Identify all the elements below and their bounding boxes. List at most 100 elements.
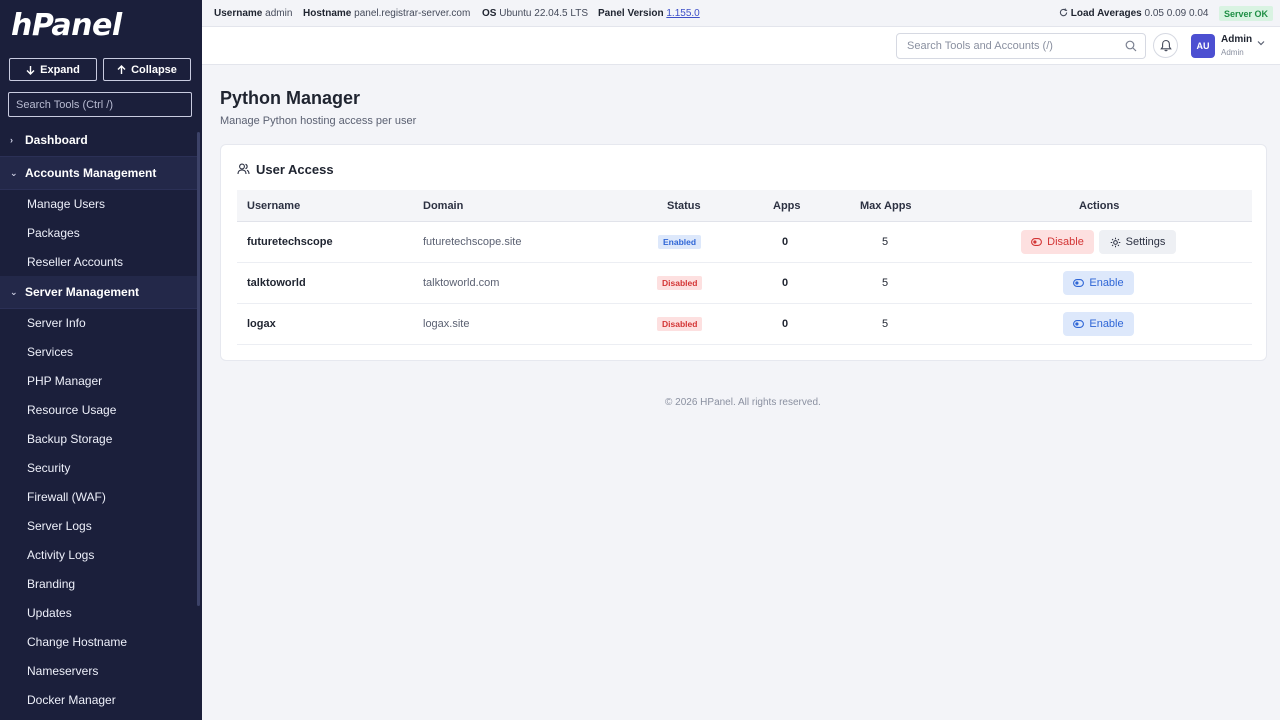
sidebar-item-firewall[interactable]: Firewall (WAF) bbox=[27, 489, 106, 505]
notifications-button[interactable] bbox=[1153, 33, 1178, 58]
row-apps: 0 bbox=[782, 277, 789, 289]
status-badge: Disabled bbox=[657, 317, 703, 331]
settings-label: Settings bbox=[1125, 236, 1166, 248]
chevron-right-icon: › bbox=[10, 135, 13, 145]
user-access-card: User Access Username Domain Status Apps … bbox=[220, 144, 1267, 361]
os-value: Ubuntu 22.04.5 LTS bbox=[499, 8, 588, 19]
sidebar-item-security[interactable]: Security bbox=[27, 460, 70, 476]
page-subtitle: Manage Python hosting access per user bbox=[220, 115, 417, 127]
disable-button[interactable]: Disable bbox=[1021, 230, 1094, 254]
sidebar-item-server-info[interactable]: Server Info bbox=[27, 315, 86, 331]
sidebar-search-input[interactable]: Search Tools (Ctrl /) bbox=[8, 92, 192, 117]
gear-icon bbox=[1110, 237, 1120, 247]
column-header-apps: Apps bbox=[773, 200, 801, 212]
hostname-label: Hostname bbox=[303, 8, 352, 19]
table-row: talktoworld talktoworld.com Disabled 0 5… bbox=[237, 263, 1252, 304]
global-search-input[interactable]: Search Tools and Accounts (/) bbox=[896, 33, 1146, 59]
panel-version-link[interactable]: 1.155.0 bbox=[666, 8, 699, 19]
sidebar-section-dashboard[interactable]: › Dashboard bbox=[0, 124, 197, 157]
table-row: futuretechscope futuretechscope.site Ena… bbox=[237, 222, 1252, 263]
load-averages-value: 0.05 0.09 0.04 bbox=[1144, 8, 1209, 19]
username-value: admin bbox=[265, 8, 293, 19]
sidebar-item-services[interactable]: Services bbox=[27, 344, 73, 360]
row-apps: 0 bbox=[782, 236, 789, 248]
sidebar-item-docker-manager[interactable]: Docker Manager bbox=[27, 692, 116, 708]
arrow-up-icon bbox=[117, 64, 126, 74]
sidebar-item-branding[interactable]: Branding bbox=[27, 576, 75, 592]
sidebar-item-backup-storage[interactable]: Backup Storage bbox=[27, 431, 112, 447]
avatar[interactable]: AU bbox=[1191, 34, 1215, 58]
enable-button[interactable]: Enable bbox=[1063, 312, 1134, 336]
row-max-apps: 5 bbox=[882, 277, 889, 289]
column-header-status: Status bbox=[667, 200, 701, 212]
sidebar-item-manage-users[interactable]: Manage Users bbox=[27, 196, 105, 212]
refresh-icon[interactable] bbox=[1059, 8, 1068, 17]
chevron-down-icon[interactable] bbox=[1256, 38, 1266, 48]
page-title: Python Manager bbox=[220, 88, 361, 108]
sidebar-section-label: Dashboard bbox=[25, 133, 88, 147]
username-info: Username admin bbox=[214, 8, 292, 19]
card-title: User Access bbox=[256, 162, 334, 177]
sidebar-item-resource-usage[interactable]: Resource Usage bbox=[27, 402, 116, 418]
column-header-username: Username bbox=[247, 200, 301, 212]
enable-button[interactable]: Enable bbox=[1063, 271, 1134, 295]
username-label: Username bbox=[214, 8, 263, 19]
sidebar-item-packages[interactable]: Packages bbox=[27, 225, 80, 241]
row-username: talktoworld bbox=[247, 277, 306, 289]
sidebar-scrollbar[interactable] bbox=[197, 132, 200, 606]
sidebar-item-php-manager[interactable]: PHP Manager bbox=[27, 373, 102, 389]
sidebar: hPanel Expand Collapse Search Tools (Ctr… bbox=[0, 0, 202, 720]
table-header: Username Domain Status Apps Max Apps Act… bbox=[237, 190, 1252, 222]
row-username: futuretechscope bbox=[247, 236, 333, 248]
sidebar-search-placeholder: Search Tools (Ctrl /) bbox=[16, 98, 113, 111]
status-badge: Disabled bbox=[657, 276, 703, 290]
sidebar-item-activity-logs[interactable]: Activity Logs bbox=[27, 547, 94, 563]
settings-button[interactable]: Settings bbox=[1099, 230, 1176, 254]
sidebar-item-change-hostname[interactable]: Change Hostname bbox=[27, 634, 127, 650]
enable-label: Enable bbox=[1089, 277, 1124, 289]
table-row: logax logax.site Disabled 0 5 Enable bbox=[237, 304, 1252, 345]
server-status-badge: Server OK bbox=[1219, 6, 1274, 21]
os-info: OS Ubuntu 22.04.5 LTS bbox=[482, 8, 588, 19]
sidebar-item-updates[interactable]: Updates bbox=[27, 605, 72, 621]
user-role: Admin bbox=[1221, 48, 1244, 57]
os-label: OS bbox=[482, 8, 497, 19]
expand-button[interactable]: Expand bbox=[9, 58, 97, 81]
row-max-apps: 5 bbox=[882, 318, 889, 330]
row-domain[interactable]: logax.site bbox=[423, 318, 469, 330]
panel-version-info: Panel Version 1.155.0 bbox=[598, 8, 700, 19]
hostname-info: Hostname panel.registrar-server.com bbox=[303, 8, 470, 19]
search-icon[interactable] bbox=[1125, 40, 1137, 52]
disable-label: Disable bbox=[1047, 236, 1084, 248]
row-max-apps: 5 bbox=[882, 236, 889, 248]
server-info-bar: Username admin Hostname panel.registrar-… bbox=[202, 0, 1280, 27]
chevron-down-icon: ⌄ bbox=[10, 286, 18, 297]
logo[interactable]: hPanel bbox=[11, 8, 122, 43]
load-averages-info: Load Averages 0.05 0.09 0.04 bbox=[1059, 8, 1208, 19]
column-header-actions: Actions bbox=[1079, 200, 1120, 212]
sidebar-section-label: Accounts Management bbox=[25, 166, 157, 180]
column-header-domain: Domain bbox=[423, 200, 464, 212]
enable-label: Enable bbox=[1089, 318, 1124, 330]
hostname-value: panel.registrar-server.com bbox=[354, 8, 471, 19]
sidebar-section-accounts-management[interactable]: ⌄ Accounts Management bbox=[0, 157, 197, 190]
sidebar-section-server-management[interactable]: ⌄ Server Management bbox=[0, 276, 197, 309]
footer-copyright: © 2026 HPanel. All rights reserved. bbox=[665, 397, 821, 408]
arrow-down-icon bbox=[26, 65, 35, 75]
expand-label: Expand bbox=[40, 63, 80, 76]
load-averages-label: Load Averages bbox=[1070, 8, 1142, 19]
sidebar-item-reseller-accounts[interactable]: Reseller Accounts bbox=[27, 254, 123, 270]
bell-icon bbox=[1159, 39, 1172, 52]
sidebar-item-nameservers[interactable]: Nameservers bbox=[27, 663, 98, 679]
row-domain[interactable]: futuretechscope.site bbox=[423, 236, 521, 248]
row-domain[interactable]: talktoworld.com bbox=[423, 277, 499, 289]
sidebar-item-server-logs[interactable]: Server Logs bbox=[27, 518, 92, 534]
collapse-label: Collapse bbox=[131, 63, 177, 76]
sidebar-section-label: Server Management bbox=[25, 285, 140, 299]
chevron-down-icon: ⌄ bbox=[10, 167, 18, 178]
collapse-button[interactable]: Collapse bbox=[103, 58, 191, 81]
toggle-on-icon bbox=[1073, 320, 1085, 328]
row-apps: 0 bbox=[782, 318, 789, 330]
user-name[interactable]: Admin bbox=[1221, 34, 1252, 45]
status-badge: Enabled bbox=[658, 235, 702, 249]
